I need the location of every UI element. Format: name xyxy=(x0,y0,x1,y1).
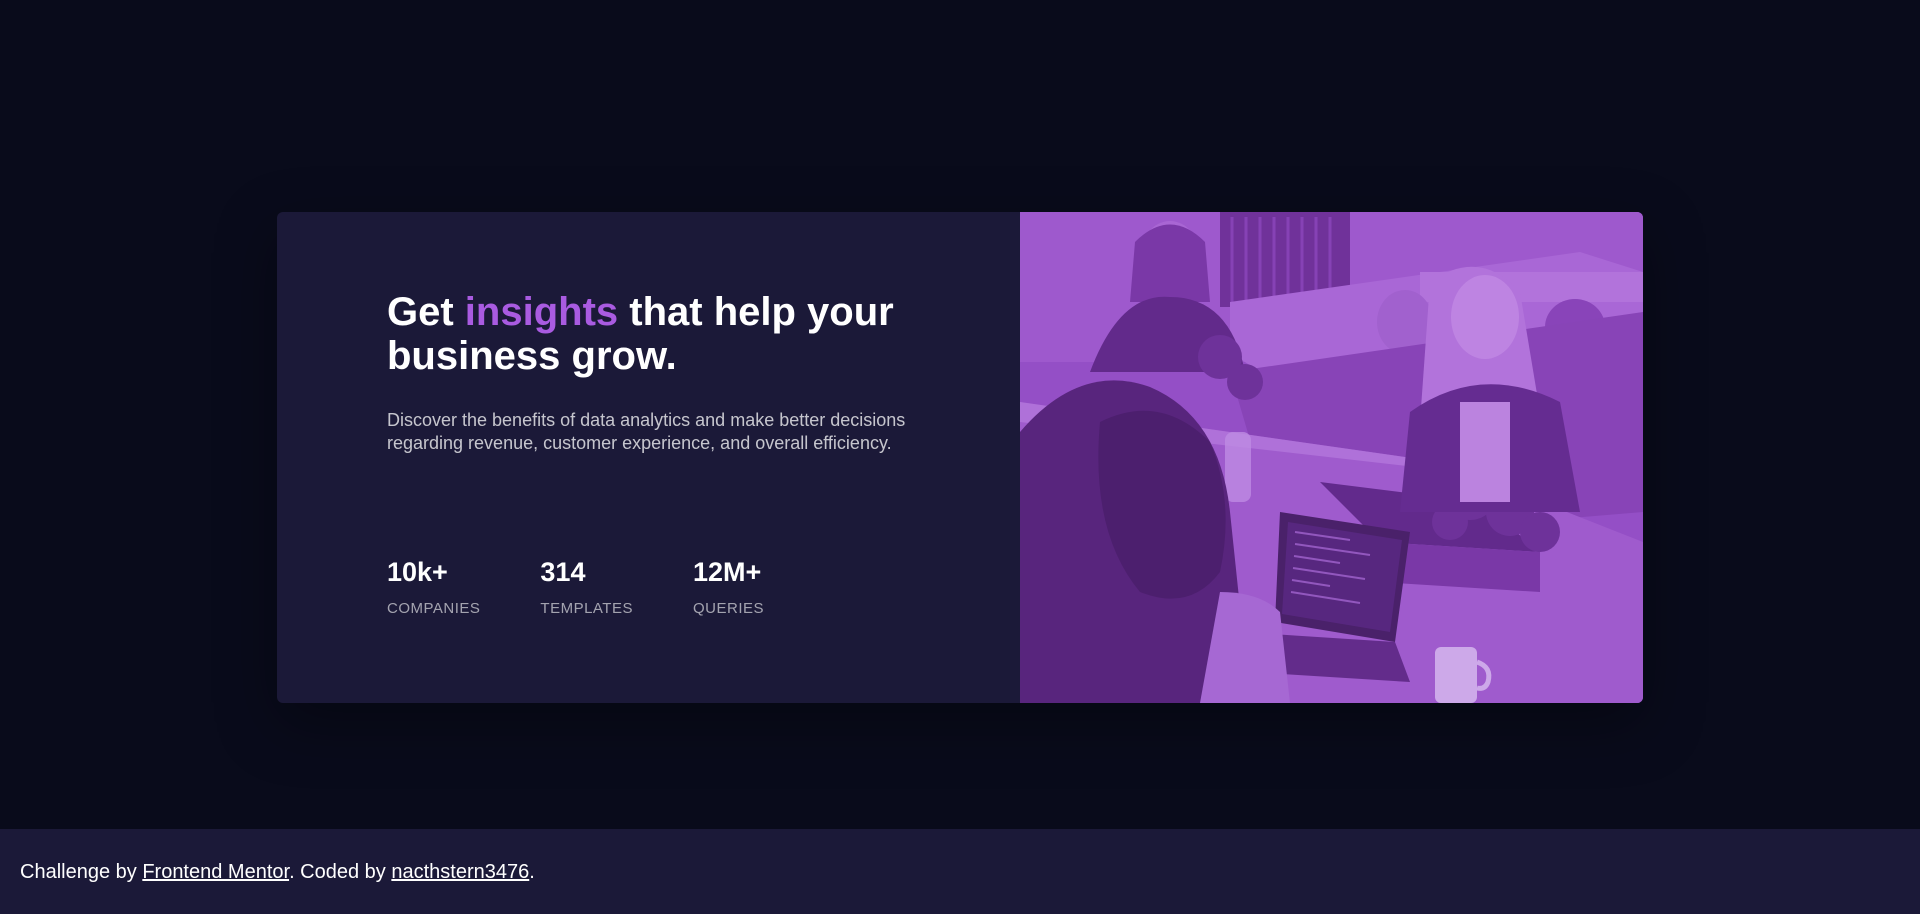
stat-label: COMPANIES xyxy=(387,600,481,617)
stat-queries: 12M+ QUERIES xyxy=(693,556,764,618)
attribution-prefix: Challenge by xyxy=(20,861,143,883)
stat-value: 12M+ xyxy=(692,557,762,587)
attribution: Challenge by Frontend Mentor. Coded by n… xyxy=(20,860,535,884)
page-footer: Challenge by Frontend Mentor. Coded by n… xyxy=(0,829,1920,914)
stats-preview-card: Get insights that help your business gro… xyxy=(277,212,1643,703)
attribution-middle: . Coded by xyxy=(289,861,392,883)
office-team-image xyxy=(1020,212,1643,703)
stat-value: 10k+ xyxy=(387,557,448,587)
card-headline: Get insights that help your business gro… xyxy=(387,290,927,378)
stat-companies: 10k+ COMPANIES xyxy=(387,556,480,618)
card-content: Get insights that help your business gro… xyxy=(387,212,947,703)
author-link[interactable]: nacthstern3476 xyxy=(391,861,529,883)
stat-label: TEMPLATES xyxy=(540,600,633,617)
stat-templates: 314 TEMPLATES xyxy=(540,556,633,618)
headline-text-start: Get xyxy=(387,290,465,334)
stats-row: 10k+ COMPANIES 314 TEMPLATES 12M+ QUERIE… xyxy=(387,556,764,618)
stat-label: QUERIES xyxy=(692,600,764,617)
frontend-mentor-link[interactable]: Frontend Mentor xyxy=(142,861,289,883)
card-description: Discover the benefits of data analytics … xyxy=(387,410,906,453)
attribution-suffix: . xyxy=(529,861,535,883)
headline-accent-word: insights xyxy=(464,290,619,334)
stat-value: 314 xyxy=(540,557,586,587)
